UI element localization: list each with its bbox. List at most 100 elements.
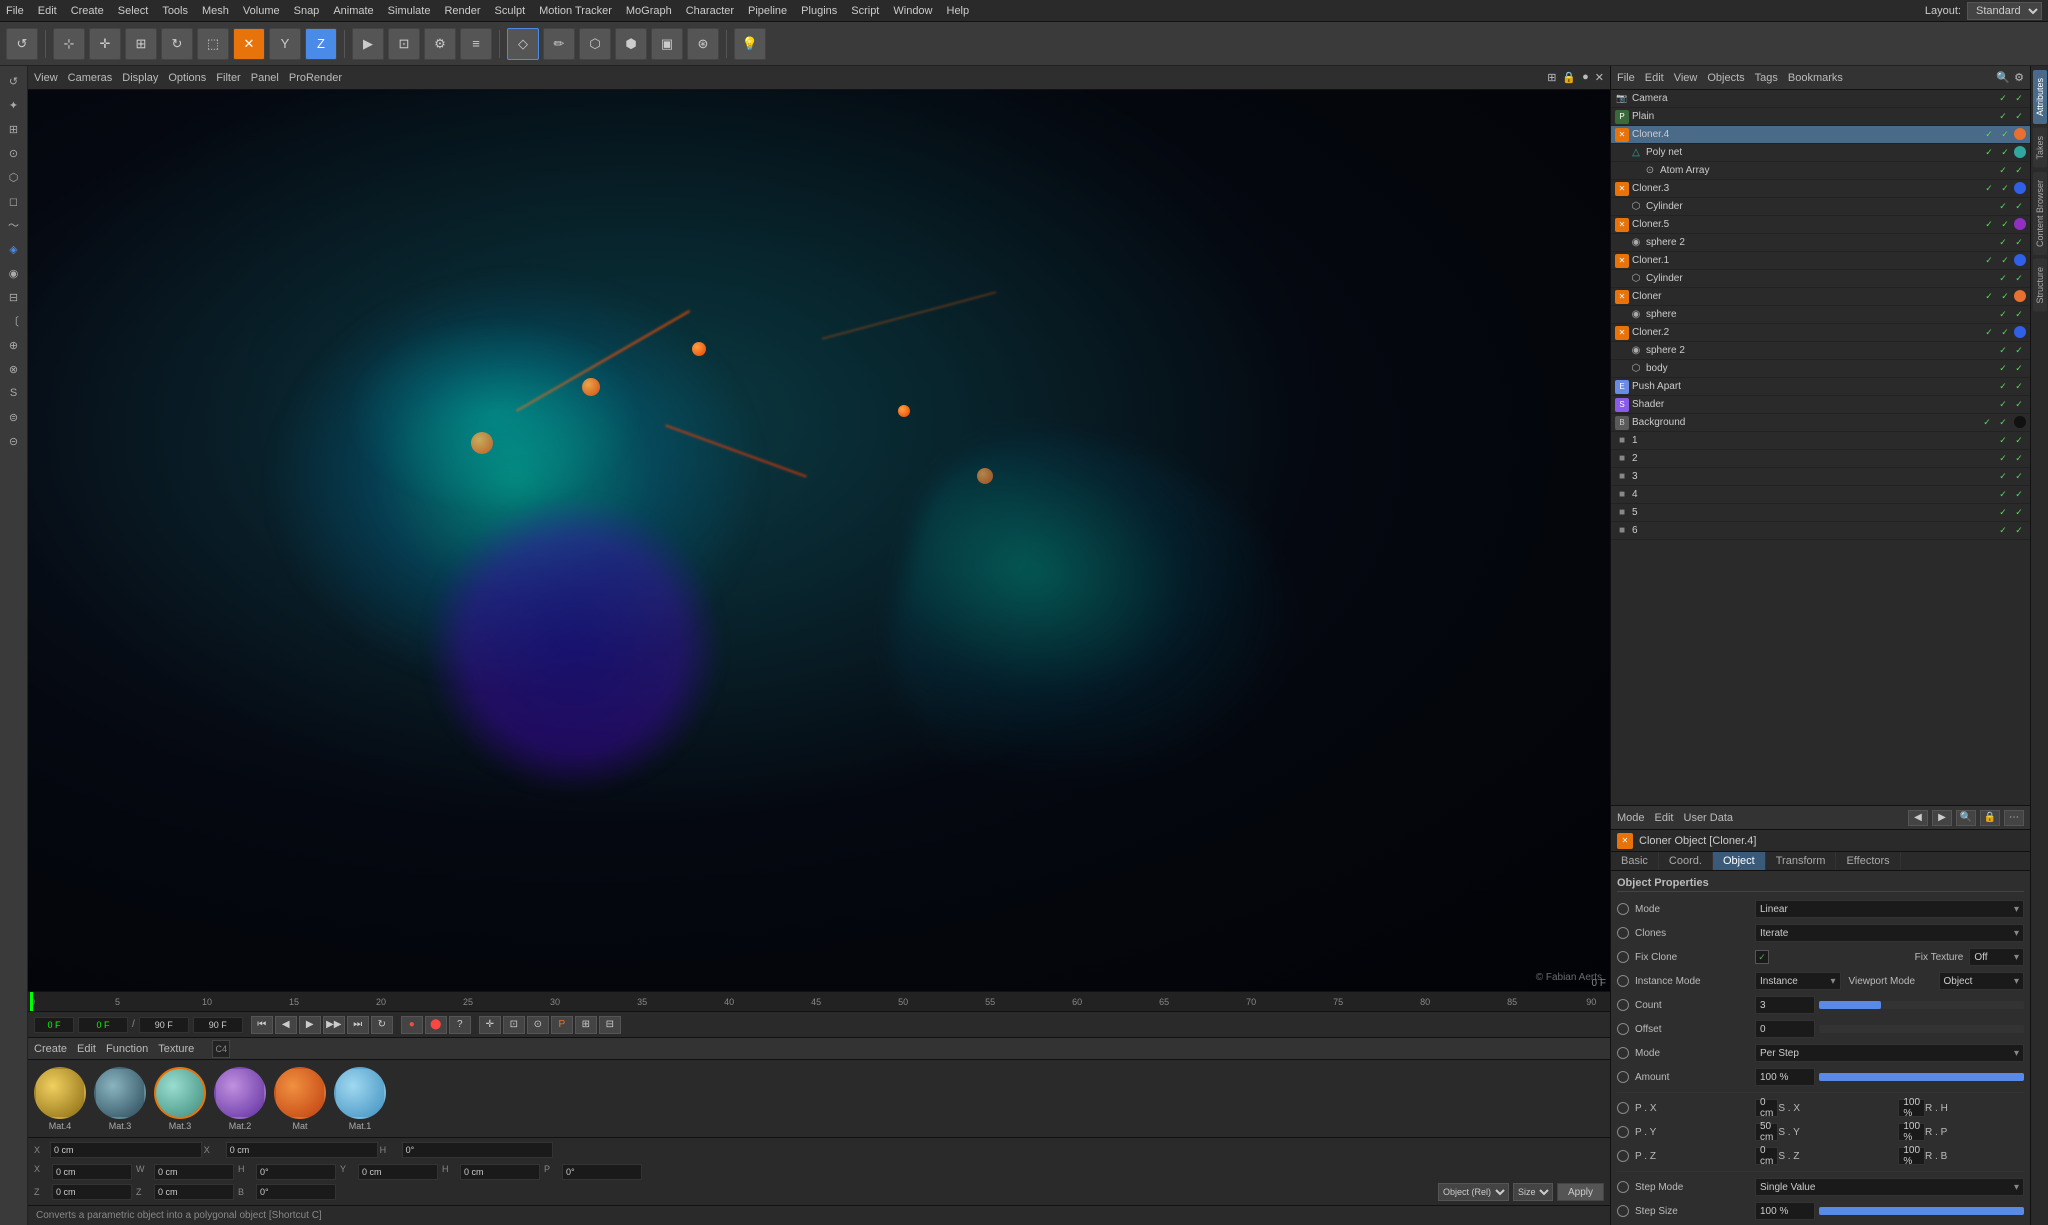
mat-item-4[interactable]: Mat.4	[34, 1067, 86, 1131]
ob-gear-icon[interactable]: ⚙	[2014, 71, 2024, 84]
ls-curves[interactable]: 〜	[3, 214, 25, 236]
cyl1-render[interactable]: ✓	[2012, 200, 2026, 214]
obj-plain[interactable]: P Plain ✓ ✓	[1611, 108, 2030, 126]
viewport[interactable]: © Fabian Aerts 0 F	[28, 90, 1610, 991]
mat-function[interactable]: Function	[106, 1043, 148, 1055]
obj-shader[interactable]: S Shader ✓ ✓	[1611, 396, 2030, 414]
obj-body[interactable]: ⬡ body ✓ ✓	[1611, 360, 2030, 378]
cloner-vis[interactable]: ✓	[1982, 290, 1996, 304]
vp-icon-expand[interactable]: ⊞	[1547, 71, 1556, 84]
mat3-render[interactable]: ✓	[2012, 470, 2026, 484]
edge-tab-attributes[interactable]: Attributes	[2033, 70, 2047, 124]
mat-item-3b[interactable]: Mat.3	[154, 1067, 206, 1131]
clones-dropdown[interactable]: Iterate	[1755, 924, 2024, 942]
attr-edit[interactable]: Edit	[1655, 812, 1674, 824]
start-frame[interactable]: 0 F	[78, 1017, 128, 1033]
auto-key[interactable]: ⬤	[425, 1016, 447, 1034]
mat-edit[interactable]: Edit	[77, 1043, 96, 1055]
menu-help[interactable]: Help	[947, 5, 970, 17]
obj-mat1[interactable]: ■ 1 ✓ ✓	[1611, 432, 2030, 450]
pz-prop-val[interactable]: 0 cm	[1755, 1147, 1778, 1165]
rot-b-val[interactable]: 0°	[256, 1184, 336, 1200]
rotate-tool[interactable]: ↻	[161, 28, 193, 60]
sx-prop-val[interactable]: 100 %	[1898, 1099, 1925, 1117]
play-start[interactable]: ⏮	[251, 1016, 273, 1034]
obj-mat5[interactable]: ■ 5 ✓ ✓	[1611, 504, 2030, 522]
obj-cylinder2[interactable]: ⬡ Cylinder ✓ ✓	[1611, 270, 2030, 288]
sy-prop-val[interactable]: 100 %	[1898, 1123, 1925, 1141]
ob-edit[interactable]: Edit	[1645, 72, 1664, 84]
vt-prorender[interactable]: ProRender	[289, 72, 342, 84]
edge-tab-takes[interactable]: Takes	[2033, 128, 2047, 168]
key-add[interactable]: ✛	[479, 1016, 501, 1034]
amount-slider[interactable]	[1819, 1073, 2024, 1081]
menu-mesh[interactable]: Mesh	[202, 5, 229, 17]
mat1-render[interactable]: ✓	[2012, 434, 2026, 448]
play-next[interactable]: ▶▶	[323, 1016, 345, 1034]
obj-sphere-main[interactable]: ◉ sphere ✓ ✓	[1611, 306, 2030, 324]
px-field[interactable]: 0 cm	[50, 1142, 202, 1158]
cloner5-vis[interactable]: ✓	[1982, 218, 1996, 232]
viewport-mode-dropdown[interactable]: Object	[1939, 972, 2025, 990]
mat6-render[interactable]: ✓	[2012, 524, 2026, 538]
sphere2a-vis[interactable]: ✓	[1996, 236, 2010, 250]
attr-nav-lock[interactable]: 🔒	[1980, 810, 2000, 826]
menu-character[interactable]: Character	[686, 5, 734, 17]
edge-tab-structure[interactable]: Structure	[2033, 259, 2047, 312]
menu-window[interactable]: Window	[893, 5, 932, 17]
obj-push-apart[interactable]: E Push Apart ✓ ✓	[1611, 378, 2030, 396]
menu-edit[interactable]: Edit	[38, 5, 57, 17]
obj-cloner1[interactable]: ✕ Cloner.1 ✓ ✓	[1611, 252, 2030, 270]
cloner2-render[interactable]: ✓	[1998, 326, 2012, 340]
attr-nav-forward[interactable]: ▶	[1932, 810, 1952, 826]
pushapart-render[interactable]: ✓	[2012, 380, 2026, 394]
undo-button[interactable]: ↺	[6, 28, 38, 60]
menu-motion-tracker[interactable]: Motion Tracker	[539, 5, 612, 17]
vt-options[interactable]: Options	[168, 72, 206, 84]
key-grid[interactable]: ⊞	[575, 1016, 597, 1034]
mat1-vis[interactable]: ✓	[1996, 434, 2010, 448]
mat5-render[interactable]: ✓	[2012, 506, 2026, 520]
menu-create[interactable]: Create	[71, 5, 104, 17]
step-size-slider[interactable]	[1819, 1207, 2024, 1215]
ls-cube[interactable]: ◈	[3, 238, 25, 260]
ls-sculpt[interactable]: ⊜	[3, 406, 25, 428]
menu-snap[interactable]: Snap	[294, 5, 320, 17]
cloner1-render[interactable]: ✓	[1998, 254, 2012, 268]
scale-tool[interactable]: ⊞	[125, 28, 157, 60]
edge-tab-content-browser[interactable]: Content Browser	[2033, 172, 2047, 255]
layout-select[interactable]: Standard	[1967, 2, 2042, 20]
cloner3-vis[interactable]: ✓	[1982, 182, 1996, 196]
menu-animate[interactable]: Animate	[333, 5, 373, 17]
mat-create[interactable]: Create	[34, 1043, 67, 1055]
offset-value[interactable]: 0	[1755, 1020, 1815, 1038]
render-queue[interactable]: ≡	[460, 28, 492, 60]
mat-item-1[interactable]: Mat.1	[334, 1067, 386, 1131]
select-tool[interactable]: ⊹	[53, 28, 85, 60]
obj-cloner5[interactable]: ✕ Cloner.5 ✓ ✓	[1611, 216, 2030, 234]
obj-cloner-main[interactable]: ✕ Cloner ✓ ✓	[1611, 288, 2030, 306]
pushapart-vis[interactable]: ✓	[1996, 380, 2010, 394]
menu-render[interactable]: Render	[444, 5, 480, 17]
obj-mat3[interactable]: ■ 3 ✓ ✓	[1611, 468, 2030, 486]
end-frame[interactable]: 90 F	[139, 1017, 189, 1033]
body-vis[interactable]: ✓	[1996, 362, 2010, 376]
fix-clone-check[interactable]: ✓	[1755, 950, 1769, 964]
pos-z-val[interactable]: 0 cm	[52, 1184, 132, 1200]
cyl1-vis[interactable]: ✓	[1996, 200, 2010, 214]
vt-panel[interactable]: Panel	[251, 72, 279, 84]
cyl2-vis[interactable]: ✓	[1996, 272, 2010, 286]
ls-shape[interactable]: ◻	[3, 190, 25, 212]
key-p[interactable]: P	[551, 1016, 573, 1034]
shader-vis[interactable]: ✓	[1996, 398, 2010, 412]
cloner4-vis[interactable]: ✓	[1982, 128, 1996, 142]
render-frame[interactable]: ▶	[352, 28, 384, 60]
pos-y-val[interactable]: 0 cm	[358, 1164, 438, 1180]
attr-nav-search[interactable]: 🔍	[1956, 810, 1976, 826]
sphere-vis[interactable]: ✓	[1996, 308, 2010, 322]
obj-btn-2[interactable]: ✏	[543, 28, 575, 60]
polynet-render[interactable]: ✓	[1998, 146, 2012, 160]
obj-cloner2[interactable]: ✕ Cloner.2 ✓ ✓	[1611, 324, 2030, 342]
ls-subdiv[interactable]: ⊟	[3, 286, 25, 308]
ob-bookmarks[interactable]: Bookmarks	[1788, 72, 1843, 84]
